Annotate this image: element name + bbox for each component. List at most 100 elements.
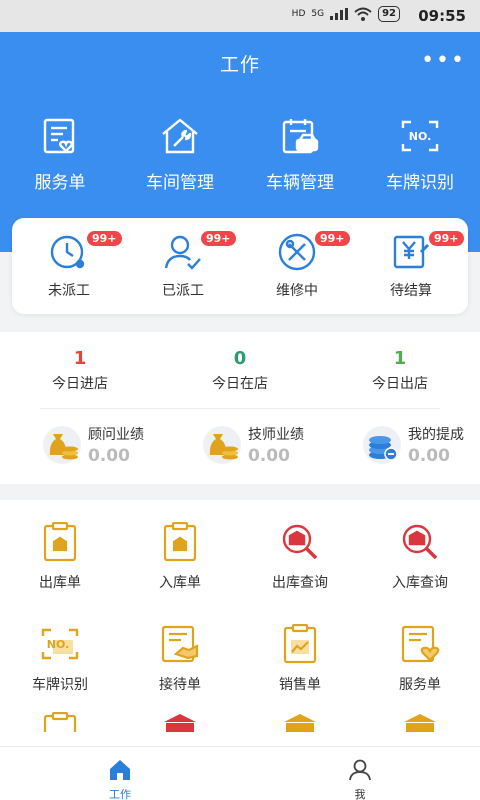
grid-partial-item[interactable] bbox=[0, 712, 120, 732]
wifi-icon bbox=[354, 7, 372, 21]
more-menu-button[interactable]: ••• bbox=[421, 48, 466, 73]
page-title: 工作 bbox=[219, 54, 260, 76]
tab-me[interactable]: 我 bbox=[240, 747, 480, 800]
nav-label: 服务单 bbox=[34, 173, 86, 193]
inbound-search-icon bbox=[402, 524, 438, 560]
grid-label: 入库查询 bbox=[392, 575, 448, 591]
count-label: 今日在店 bbox=[212, 376, 268, 392]
service-order-icon bbox=[401, 625, 440, 663]
grid-partial-item[interactable] bbox=[360, 712, 480, 732]
function-grid: 出库单 入库单 出库查询 入库查询 NO. 车牌识别 接待单 销售单 服务单 bbox=[0, 500, 480, 746]
grid-partial-item[interactable] bbox=[240, 712, 360, 732]
bank-icon bbox=[164, 714, 196, 732]
performance-row: 顾问业绩 0.00 技师业绩 0.00 我的提成 0.00 bbox=[0, 424, 480, 466]
app-screen: HD 5G 92 09:55 工作 ••• 服务单 车间管理 车辆管理 NO. … bbox=[0, 0, 480, 800]
status-label: 待结算 bbox=[390, 283, 432, 299]
grid-inbound-order[interactable]: 入库单 bbox=[120, 522, 240, 602]
perf-label: 我的提成 bbox=[408, 427, 464, 443]
person-icon bbox=[349, 759, 371, 781]
status-assigned[interactable]: 99+ 已派工 bbox=[126, 218, 240, 314]
tab-label: 我 bbox=[354, 788, 366, 800]
grid-label: 服务单 bbox=[399, 677, 441, 693]
status-unassigned[interactable]: 99+ 未派工 bbox=[12, 218, 126, 314]
signal-icon bbox=[330, 8, 349, 20]
nav-label: 车间管理 bbox=[146, 173, 214, 193]
grid-outbound-query[interactable]: 出库查询 bbox=[240, 522, 360, 602]
status-label: 已派工 bbox=[162, 283, 204, 299]
count-left[interactable]: 1 今日出店 bbox=[320, 348, 480, 393]
grid-service-order[interactable]: 服务单 bbox=[360, 624, 480, 704]
grid-partial-item[interactable] bbox=[120, 712, 240, 732]
svg-text:NO.: NO. bbox=[409, 130, 432, 143]
grid-label: 车牌识别 bbox=[32, 677, 88, 693]
grid-row: NO. 车牌识别 接待单 销售单 服务单 bbox=[0, 602, 480, 704]
grid-inbound-query[interactable]: 入库查询 bbox=[360, 522, 480, 602]
count-in-store[interactable]: 0 今日在店 bbox=[160, 348, 320, 393]
grid-sales-order[interactable]: 销售单 bbox=[240, 624, 360, 704]
perf-technician[interactable]: 技师业绩 0.00 bbox=[160, 424, 320, 466]
tab-label: 工作 bbox=[109, 788, 131, 800]
count-value: 1 bbox=[393, 348, 407, 369]
grid-reception-order[interactable]: 接待单 bbox=[120, 624, 240, 704]
status-label: 未派工 bbox=[48, 283, 90, 299]
plate-scan-icon: NO. bbox=[401, 120, 439, 152]
workshop-icon bbox=[162, 118, 198, 154]
count-label: 今日进店 bbox=[52, 376, 108, 392]
signal-indicators: HD 5G 92 bbox=[292, 6, 400, 22]
daily-counts: 1 今日进店 0 今日在店 1 今日出店 bbox=[0, 332, 480, 393]
count-badge: 99+ bbox=[314, 230, 351, 247]
nav-service-order[interactable]: 服务单 bbox=[0, 116, 120, 193]
count-value: 0 bbox=[233, 348, 247, 369]
document-icon bbox=[43, 712, 77, 732]
nav-label: 车辆管理 bbox=[266, 173, 334, 193]
grid-row: 出库单 入库单 出库查询 入库查询 bbox=[0, 500, 480, 602]
perf-advisor[interactable]: 顾问业绩 0.00 bbox=[0, 424, 160, 466]
grid-plate-scan[interactable]: NO. 车牌识别 bbox=[0, 624, 120, 704]
grid-label: 接待单 bbox=[159, 677, 201, 693]
outbound-order-icon bbox=[43, 522, 77, 562]
status-pending-settlement[interactable]: 99+ 待结算 bbox=[354, 218, 468, 314]
coin-stack-icon bbox=[363, 426, 401, 464]
grid-label: 入库单 bbox=[159, 575, 201, 591]
count-badge: 99+ bbox=[428, 230, 465, 247]
perf-label: 技师业绩 bbox=[248, 427, 304, 443]
status-repairing[interactable]: 99+ 维修中 bbox=[240, 218, 354, 314]
home-icon bbox=[110, 760, 130, 780]
grid-label: 销售单 bbox=[279, 677, 321, 693]
bank-icon bbox=[404, 714, 436, 732]
perf-value: 0.00 bbox=[408, 446, 450, 466]
user-check-icon bbox=[164, 235, 201, 270]
work-status-card: 99+ 未派工 99+ 已派工 99+ 维修中 99+ 待结算 bbox=[12, 218, 468, 314]
stats-panel: 1 今日进店 0 今日在店 1 今日出店 顾问业绩 0.00 技师业绩 0.00… bbox=[0, 332, 480, 484]
count-value: 1 bbox=[73, 348, 87, 369]
divider bbox=[40, 408, 440, 409]
count-entered[interactable]: 1 今日进店 bbox=[0, 348, 160, 393]
tab-work[interactable]: 工作 bbox=[0, 747, 240, 800]
nav-label: 车牌识别 bbox=[386, 173, 454, 193]
grid-label: 出库单 bbox=[39, 575, 81, 591]
clock-icon bbox=[50, 235, 85, 269]
money-bag-icon bbox=[203, 426, 241, 464]
network-label: HD bbox=[291, 9, 306, 19]
grid-outbound-order[interactable]: 出库单 bbox=[0, 522, 120, 602]
nav-plate-scan[interactable]: NO. 车牌识别 bbox=[360, 116, 480, 193]
nav-vehicle[interactable]: 车辆管理 bbox=[240, 116, 360, 193]
status-bar: HD 5G 92 09:55 bbox=[0, 0, 480, 32]
vehicle-icon bbox=[282, 119, 319, 154]
battery-indicator: 92 bbox=[378, 6, 400, 22]
top-nav: 服务单 车间管理 车辆管理 NO. 车牌识别 bbox=[0, 116, 480, 193]
perf-label: 顾问业绩 bbox=[88, 427, 144, 443]
inbound-order-icon bbox=[163, 522, 197, 562]
perf-commission[interactable]: 我的提成 0.00 bbox=[320, 424, 480, 466]
settlement-icon bbox=[393, 235, 430, 269]
perf-value: 0.00 bbox=[248, 446, 290, 466]
sales-chart-icon bbox=[283, 624, 317, 664]
grid-label: 出库查询 bbox=[272, 575, 328, 591]
count-badge: 99+ bbox=[200, 230, 237, 247]
bank-icon bbox=[284, 714, 316, 732]
nav-workshop[interactable]: 车间管理 bbox=[120, 116, 240, 193]
bottom-tab-bar: 工作 我 bbox=[0, 746, 480, 800]
grid-row-partial bbox=[0, 704, 480, 732]
count-badge: 99+ bbox=[86, 230, 123, 247]
perf-value: 0.00 bbox=[88, 446, 130, 466]
